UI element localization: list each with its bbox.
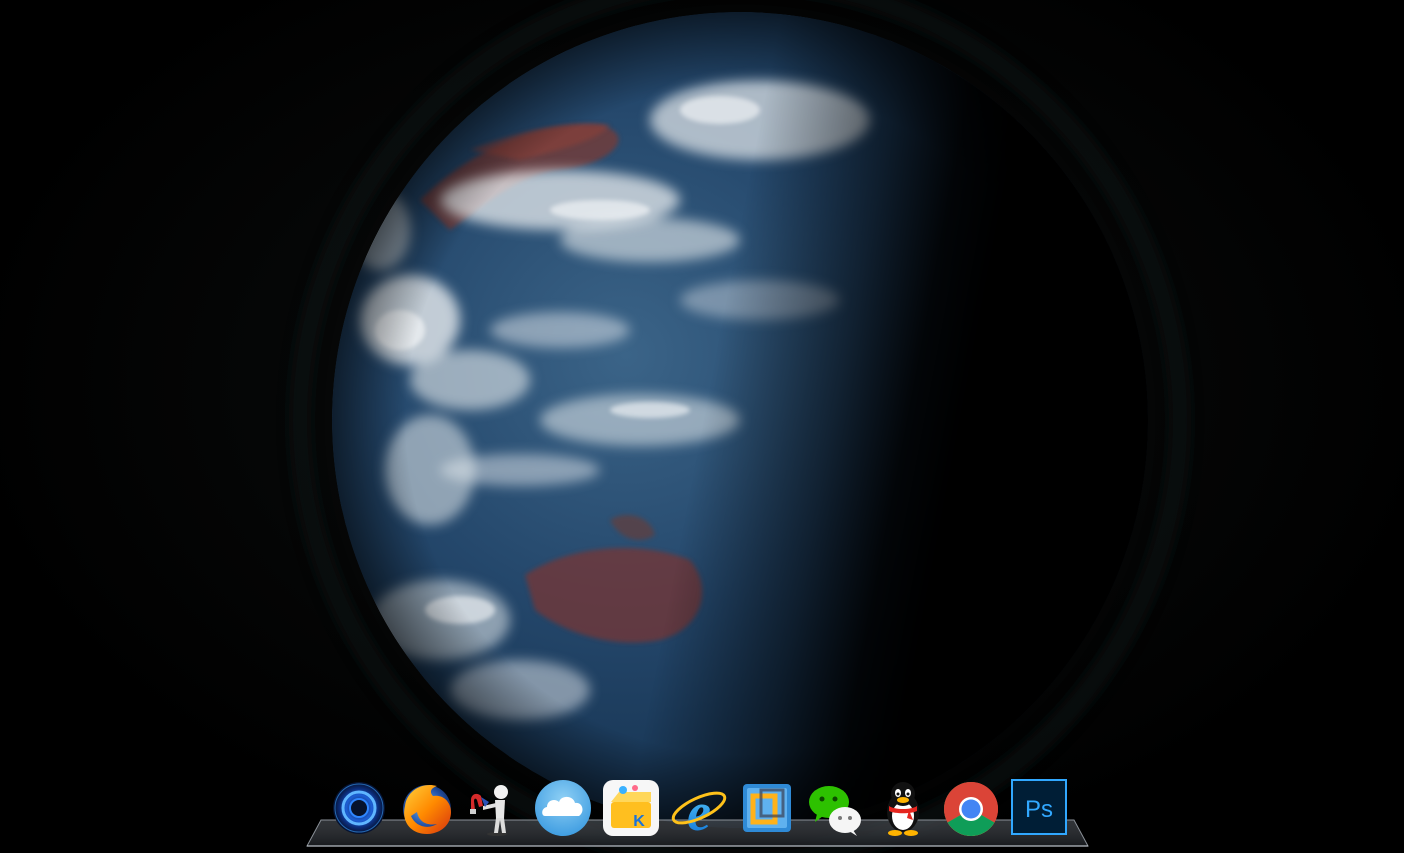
dock-item-firefox[interactable] [397, 776, 457, 838]
dock-item-figure-with-magnet[interactable] [465, 776, 525, 838]
earth-wallpaper [289, 0, 1191, 853]
kugou-k-text: K [633, 813, 645, 830]
dock-item-photoshop[interactable]: Ps [1009, 776, 1069, 838]
dock-item-wechat[interactable] [805, 776, 865, 838]
photoshop-icon: Ps [1011, 779, 1067, 835]
figure-with-magnet-icon [470, 785, 508, 836]
wechat-icon [809, 786, 861, 836]
firefox-icon [403, 784, 451, 834]
photoshop-ps-text: Ps [1025, 796, 1053, 823]
qq-penguin-icon [887, 782, 919, 836]
ie-e-text: e [687, 782, 711, 838]
dock-item-cloud-drive[interactable] [533, 776, 593, 838]
dock-item-blue-window-app[interactable] [737, 776, 797, 838]
cloud-drive-icon [535, 780, 591, 836]
kugou-music-icon: K [603, 780, 659, 836]
dock-item-kugou-music[interactable]: K [601, 776, 661, 838]
internet-explorer-icon: e [671, 782, 727, 838]
blue-window-app-icon [743, 784, 791, 832]
dock-item-blue-ring-app[interactable] [330, 776, 390, 838]
desktop: K e Ps [0, 0, 1404, 853]
dock: K e Ps [305, 770, 1090, 853]
blue-ring-app-icon [333, 782, 385, 834]
dock-item-chrome[interactable] [941, 776, 1001, 838]
dock-item-internet-explorer[interactable]: e [669, 776, 729, 838]
chrome-icon [943, 782, 999, 837]
dock-item-qq[interactable] [873, 776, 933, 838]
